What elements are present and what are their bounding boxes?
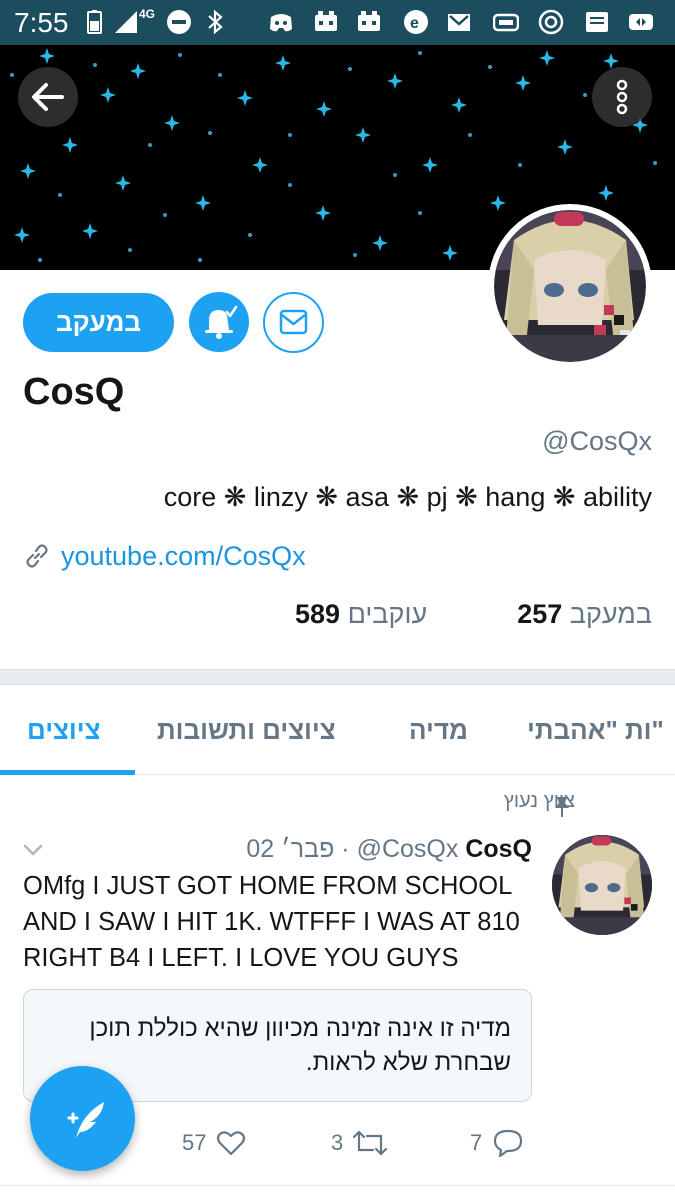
network-label: 4G: [139, 7, 156, 21]
more-options-button[interactable]: [592, 67, 652, 127]
browser-icon: e: [404, 10, 428, 34]
notifications-button[interactable]: [189, 292, 249, 352]
avatar-image: [552, 835, 652, 935]
battery-icon: [87, 10, 102, 34]
sensitive-media-text: מדיה זו אינה זמינה מכיוון שהיא כוללת תוכ…: [89, 1015, 511, 1076]
chevron-down-icon[interactable]: [22, 840, 44, 860]
envelope-icon: [279, 309, 308, 335]
bio-text: core ❋ linzy ❋ asa ❋ pj ❋ hang ❋ ability: [163, 482, 652, 512]
following-stat[interactable]: 257 במעקב: [517, 597, 652, 631]
reply-icon: [494, 1129, 523, 1158]
bluetooth-icon: [208, 9, 223, 35]
following-count: 257: [517, 599, 563, 629]
screen-icon: [493, 13, 519, 32]
vpn-icon: [538, 9, 564, 35]
website-link[interactable]: youtube.com/CosQx: [23, 538, 306, 574]
section-divider: [0, 669, 675, 685]
reply-count: 7: [470, 1130, 483, 1155]
profile-tabs: ציוצים ציוצים ותשובות מדיה ות "אהבתי": [0, 685, 675, 775]
tab-tweets-and-replies[interactable]: ציוצים ותשובות: [157, 685, 336, 774]
tweet-text: OMfg I JUST GOT HOME FROM SCHOOL AND I S…: [23, 872, 520, 972]
like-button[interactable]: 57: [182, 1126, 246, 1160]
game-icon: [358, 11, 380, 31]
message-button[interactable]: [263, 292, 324, 353]
avatar-image: [494, 210, 646, 362]
profile-avatar[interactable]: [488, 204, 652, 368]
tab-tweets[interactable]: ציוצים: [27, 685, 100, 774]
website-link-text[interactable]: youtube.com/CosQx: [61, 541, 306, 572]
status-bar: 7:55 4G e: [0, 0, 675, 45]
discord-icon: [270, 14, 292, 32]
back-button[interactable]: [18, 67, 78, 127]
following-button[interactable]: במעקב: [23, 293, 174, 352]
active-tab-indicator: [0, 770, 135, 775]
dnd-icon: [167, 10, 191, 34]
tweet-date: 02 פבר׳: [246, 835, 335, 863]
gmail-icon: [448, 14, 470, 31]
followers-stat[interactable]: 589 עוקבים: [295, 597, 427, 631]
tweet-avatar[interactable]: [552, 835, 652, 935]
clock: 7:55: [14, 7, 69, 38]
retweet-icon: [353, 1130, 388, 1156]
bell-check-icon: [205, 305, 238, 339]
tweet-header: 02 פבר׳ · @CosQx CosQ: [246, 833, 532, 865]
more-vertical-icon: [616, 79, 628, 115]
followers-label: עוקבים: [347, 599, 428, 629]
followers-count: 589: [295, 599, 341, 629]
like-count: 57: [182, 1130, 207, 1155]
notification-icon: [629, 14, 653, 30]
tweet-divider: [0, 1185, 675, 1186]
following-label: במעקב: [569, 599, 652, 629]
game-icon: [315, 11, 337, 31]
arrow-left-icon: [32, 83, 64, 111]
link-icon: [26, 544, 48, 568]
tweet-handle: @CosQx: [356, 835, 459, 863]
tab-media[interactable]: מדיה: [409, 685, 468, 774]
message-icon: [586, 12, 608, 32]
signal-icon: [115, 11, 137, 33]
heart-icon: [217, 1131, 246, 1156]
reply-button[interactable]: 7: [470, 1126, 524, 1160]
meta-separator: ·: [341, 835, 350, 863]
pin-icon: [555, 797, 569, 817]
retweet-count: 3: [331, 1130, 344, 1155]
retweet-button[interactable]: 3: [331, 1126, 388, 1160]
compose-quill-icon: [67, 1102, 104, 1138]
display-name: CosQ: [23, 371, 125, 413]
svg-text:e: e: [410, 15, 419, 32]
tab-likes[interactable]: ות "אהבתי": [527, 685, 664, 774]
compose-tweet-button[interactable]: [30, 1066, 135, 1171]
tweet-author-name[interactable]: CosQ: [465, 835, 532, 863]
user-handle: @CosQx: [542, 426, 652, 456]
